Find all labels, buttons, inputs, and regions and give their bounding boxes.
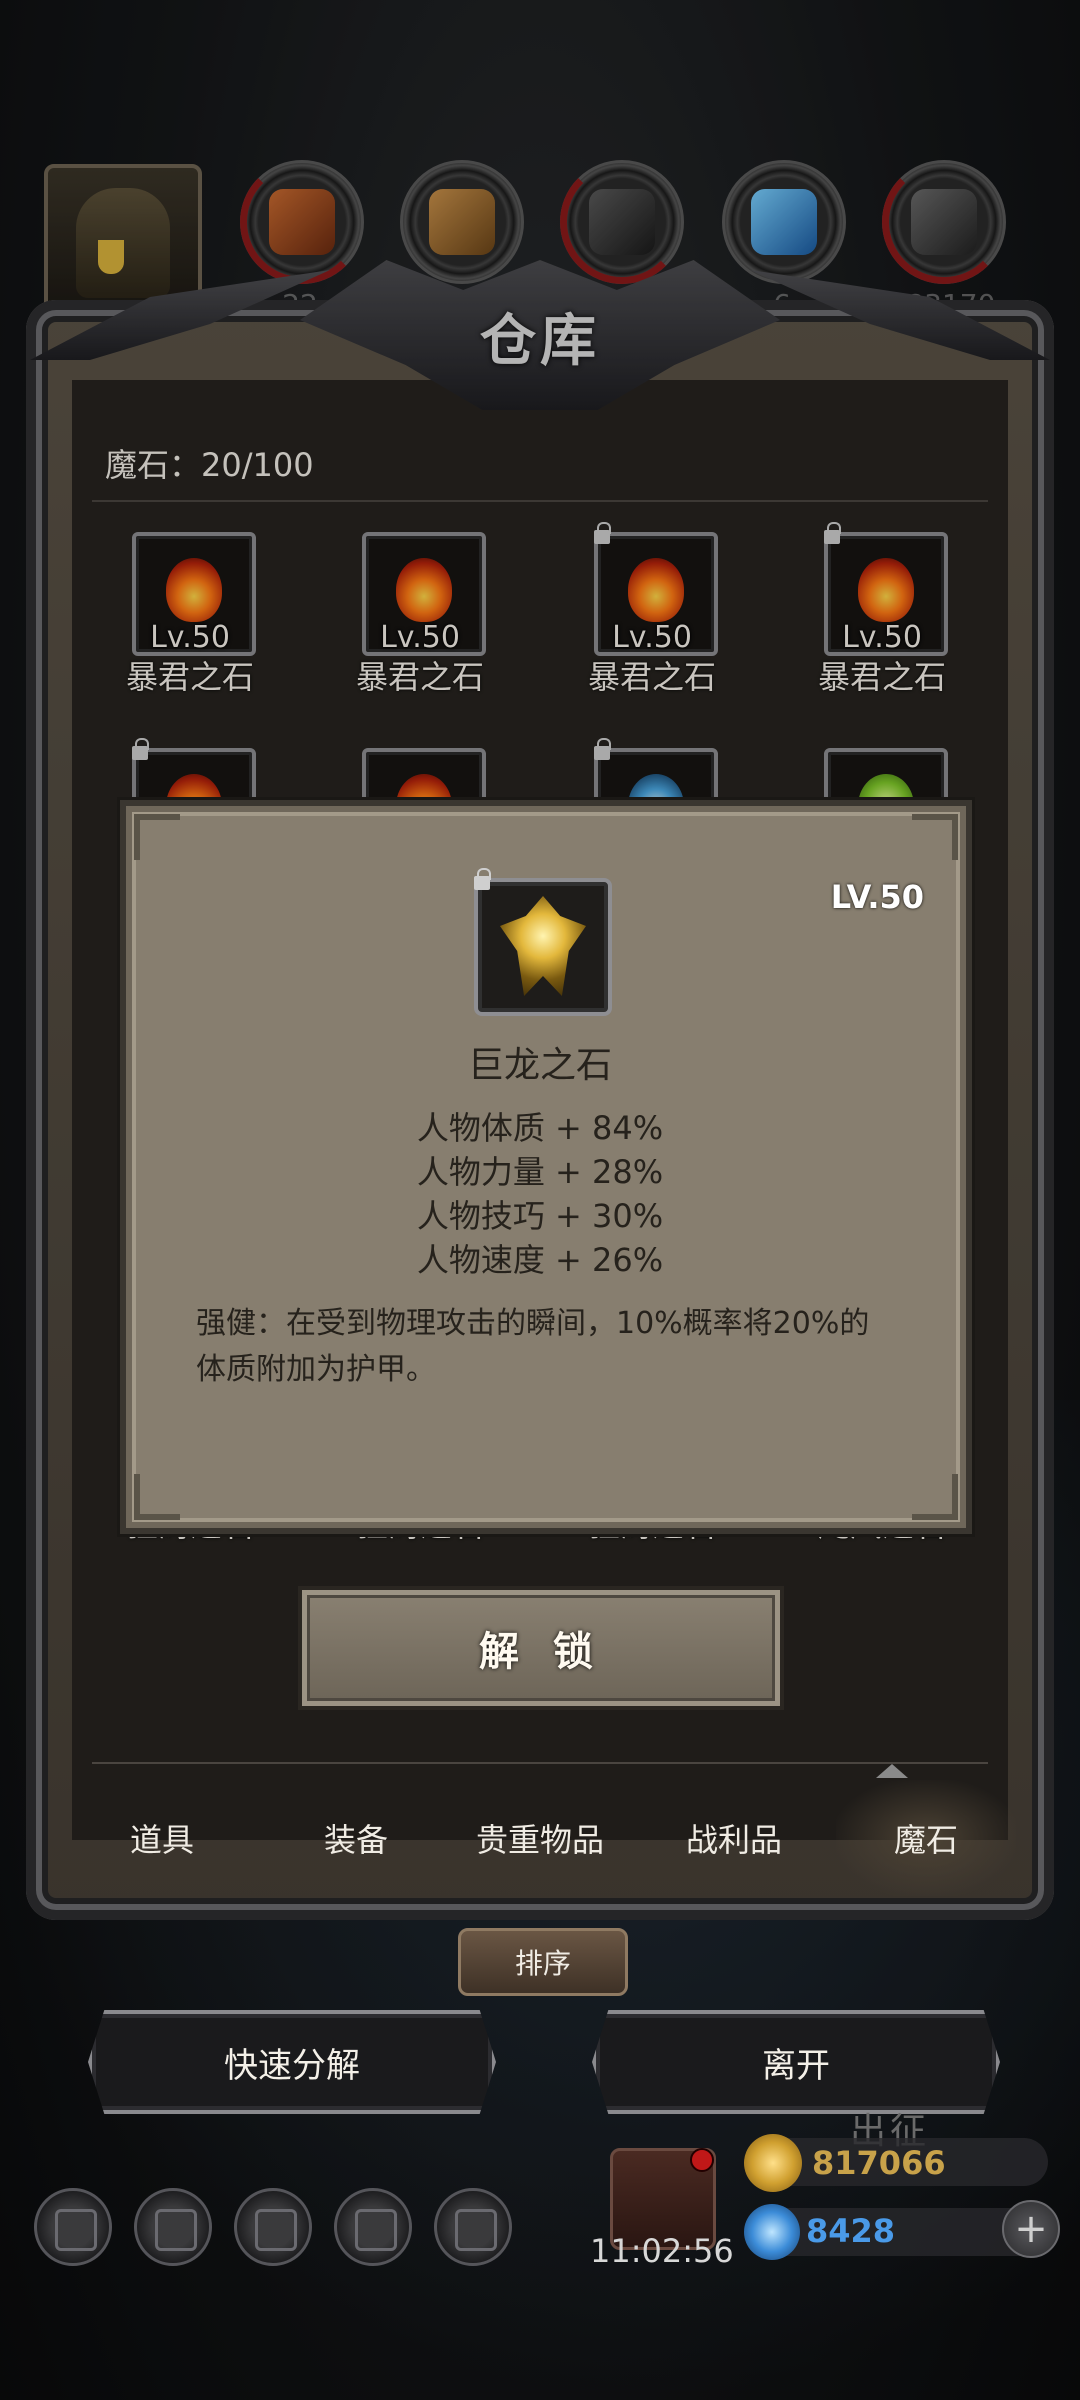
leave-button[interactable]: 离开 xyxy=(592,2010,1000,2114)
tab-items[interactable]: 道具 xyxy=(72,1780,252,1896)
sort-button[interactable]: 排序 xyxy=(458,1928,628,1996)
category-tabs: 道具 装备 贵重物品 战利品 魔石 xyxy=(72,1780,1016,1896)
stat-constitution: 人物体质 + 84% xyxy=(416,1109,664,1147)
diamond-icon xyxy=(744,2204,800,2260)
detail-level: LV.50 xyxy=(830,878,924,916)
diamond-amount: 8428 xyxy=(806,2212,896,2250)
tab-valuables[interactable]: 贵重物品 xyxy=(450,1780,630,1896)
mail-icon[interactable] xyxy=(334,2188,412,2266)
detail-stats: 人物体质 + 84% 人物力量 + 28% 人物技巧 + 30% 人物速度 + … xyxy=(126,1106,954,1282)
tab-magic-stones[interactable]: 魔石 xyxy=(836,1780,1016,1896)
notification-dot xyxy=(690,2148,714,2172)
dragon-stone-icon xyxy=(474,878,612,1016)
detail-description: 强健：在受到物理攻击的瞬间，10%概率将20%的体质附加为护甲。 xyxy=(196,1306,870,1387)
divider xyxy=(92,1762,988,1764)
codex-icon[interactable] xyxy=(234,2188,312,2266)
achievement-star-icon[interactable] xyxy=(134,2188,212,2266)
stat-skill: 人物技巧 + 30% xyxy=(416,1197,664,1235)
tab-loot[interactable]: 战利品 xyxy=(644,1780,824,1896)
tab-equipment[interactable]: 装备 xyxy=(266,1780,446,1896)
gold-amount: 817066 xyxy=(812,2144,946,2182)
item-detail-popup: LV.50 巨龙之石 人物体质 + 84% 人物力量 + 28% 人物技巧 + … xyxy=(120,800,972,1534)
tab-indicator-icon xyxy=(876,1764,908,1778)
settings-gear-icon[interactable] xyxy=(34,2188,112,2266)
map-icon[interactable] xyxy=(434,2188,512,2266)
quick-decompose-button[interactable]: 快速分解 xyxy=(88,2010,496,2114)
unlock-button[interactable]: 解 锁 xyxy=(298,1586,784,1710)
stat-strength: 人物力量 + 28% xyxy=(416,1153,664,1191)
detail-name: 巨龙之石 xyxy=(467,1045,612,1086)
gold-coin-icon xyxy=(744,2134,802,2192)
timer-label: 11:02:56 xyxy=(590,2232,734,2270)
dragon-emblem-icon xyxy=(500,896,586,996)
add-currency-button[interactable]: + xyxy=(1002,2200,1060,2258)
stat-speed: 人物速度 + 26% xyxy=(416,1241,664,1279)
lock-icon xyxy=(474,868,491,890)
